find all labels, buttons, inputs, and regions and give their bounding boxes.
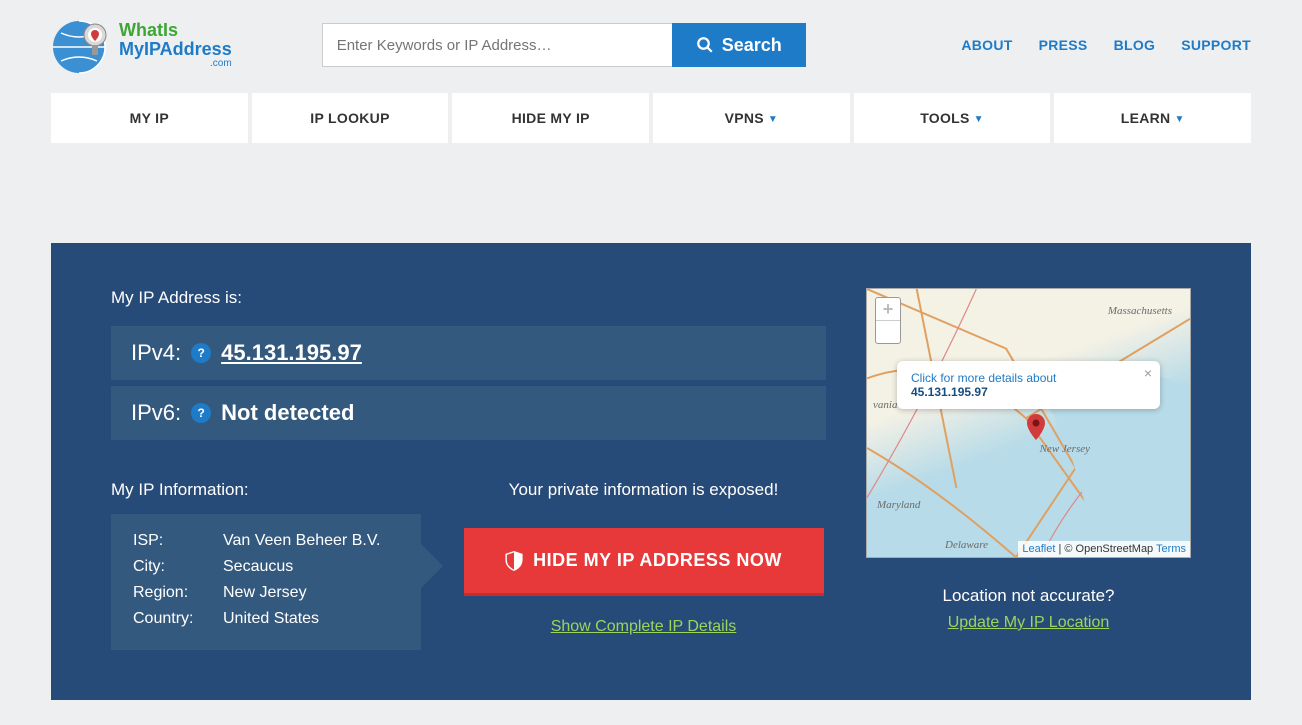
ipv6-label: IPv6: (131, 400, 181, 426)
nav-ip-lookup[interactable]: IP LOOKUP (252, 93, 453, 143)
nav-learn[interactable]: LEARN▼ (1054, 93, 1251, 143)
logo-line3: .com (119, 59, 232, 70)
top-link-blog[interactable]: BLOG (1114, 37, 1156, 53)
ip-panel: My IP Address is: IPv4: ? 45.131.195.97 … (51, 243, 1251, 700)
map-attribution: Leaflet | © OpenStreetMap Terms (1018, 541, 1190, 557)
map-pin-icon (1027, 414, 1045, 440)
map-label-mass: Massachusetts (1108, 305, 1172, 317)
globe-icon (51, 15, 111, 75)
country-value: United States (223, 610, 399, 628)
city-value: Secaucus (223, 558, 399, 576)
region-label: Region: (133, 584, 223, 602)
isp-label: ISP: (133, 532, 223, 550)
nav-tools[interactable]: TOOLS▼ (854, 93, 1055, 143)
main-nav: MY IP IP LOOKUP HIDE MY IP VPNS▼ TOOLS▼ … (51, 93, 1251, 143)
info-block: ISP:Van Veen Beheer B.V. City:Secaucus R… (111, 514, 421, 650)
panel-title: My IP Address is: (111, 288, 826, 308)
zoom-out-button[interactable]: – (876, 321, 900, 343)
close-icon[interactable]: × (1144, 365, 1152, 381)
search-button-label: Search (722, 35, 782, 56)
region-value: New Jersey (223, 584, 399, 602)
logo[interactable]: WhatIs MyIPAddress .com (51, 15, 232, 75)
show-details-link[interactable]: Show Complete IP Details (461, 618, 826, 636)
hide-ip-button-label: HIDE MY IP ADDRESS NOW (533, 550, 782, 571)
terms-link[interactable]: Terms (1156, 543, 1186, 555)
search-button[interactable]: Search (672, 23, 806, 67)
logo-line1: WhatIs (119, 21, 232, 40)
map-popup[interactable]: Click for more details about 45.131.195.… (897, 361, 1160, 409)
search-form: Search (322, 23, 806, 67)
help-icon[interactable]: ? (191, 343, 211, 363)
top-links: ABOUT PRESS BLOG SUPPORT (961, 37, 1251, 53)
search-input[interactable] (322, 23, 672, 67)
chevron-down-icon: ▼ (768, 114, 778, 125)
popup-text: Click for more details about (911, 371, 1056, 385)
ipv4-value[interactable]: 45.131.195.97 (221, 340, 362, 366)
map-label-pa: vania (873, 399, 897, 411)
popup-ip: 45.131.195.97 (911, 385, 988, 399)
exposed-text: Your private information is exposed! (461, 480, 826, 500)
shield-icon (505, 551, 523, 571)
map-label-de: Delaware (945, 539, 988, 551)
isp-value: Van Veen Beheer B.V. (223, 532, 399, 550)
ipv6-value: Not detected (221, 400, 354, 426)
update-location-link[interactable]: Update My IP Location (866, 614, 1191, 632)
city-label: City: (133, 558, 223, 576)
top-link-about[interactable]: ABOUT (961, 37, 1012, 53)
help-icon[interactable]: ? (191, 403, 211, 423)
top-link-support[interactable]: SUPPORT (1181, 37, 1251, 53)
map[interactable]: Massachusetts vania New Jersey Maryland … (866, 288, 1191, 558)
nav-hide-my-ip[interactable]: HIDE MY IP (452, 93, 653, 143)
location-not-accurate: Location not accurate? (866, 586, 1191, 606)
leaflet-link[interactable]: Leaflet (1022, 543, 1055, 555)
info-title: My IP Information: (111, 480, 421, 500)
country-label: Country: (133, 610, 223, 628)
logo-line2: MyIPAddress (119, 40, 232, 59)
nav-vpns[interactable]: VPNS▼ (653, 93, 854, 143)
map-label-nj: New Jersey (1040, 443, 1090, 455)
zoom-in-button[interactable]: + (876, 298, 900, 321)
chevron-down-icon: ▼ (974, 114, 984, 125)
map-label-md: Maryland (877, 499, 920, 511)
zoom-control: + – (875, 297, 901, 344)
ipv4-label: IPv4: (131, 340, 181, 366)
nav-my-ip[interactable]: MY IP (51, 93, 252, 143)
search-icon (696, 36, 714, 54)
hide-ip-button[interactable]: HIDE MY IP ADDRESS NOW (464, 528, 824, 596)
ipv4-box: IPv4: ? 45.131.195.97 (111, 326, 826, 380)
top-link-press[interactable]: PRESS (1039, 37, 1088, 53)
chevron-down-icon: ▼ (1174, 114, 1184, 125)
